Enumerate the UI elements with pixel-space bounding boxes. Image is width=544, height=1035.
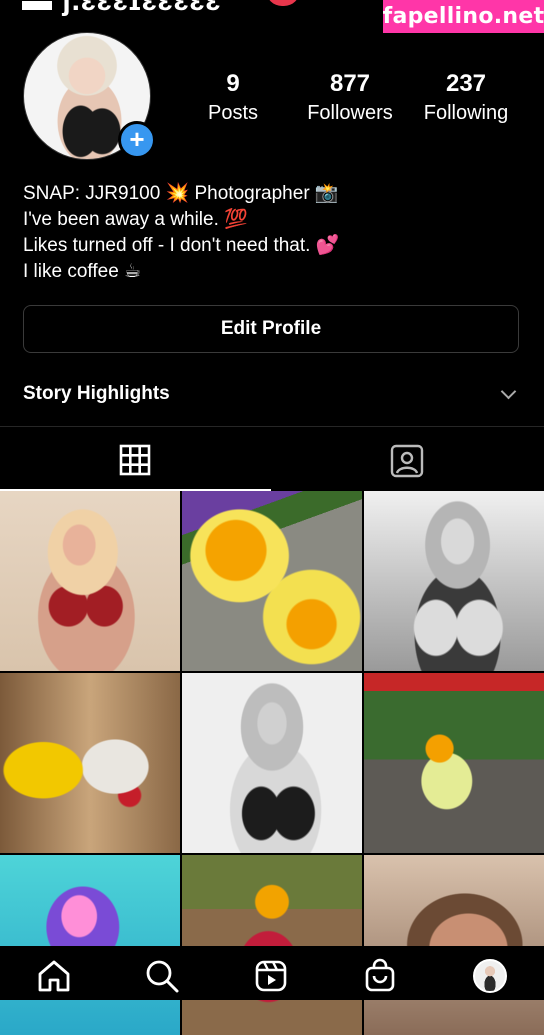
reels-icon	[255, 960, 287, 992]
bio-line: I like coffee ☕	[23, 261, 142, 282]
tagged-icon	[390, 444, 424, 478]
home-icon	[38, 960, 70, 992]
followers-label: Followers	[307, 102, 393, 124]
bottom-navigation	[0, 946, 544, 1000]
add-story-plus-icon[interactable]: +	[118, 121, 156, 159]
search-icon	[146, 960, 179, 993]
header-heart-icon	[266, 0, 300, 6]
profile-avatar-small	[473, 959, 507, 993]
posts-stat[interactable]: 9 Posts	[205, 70, 261, 126]
grid-post[interactable]	[364, 673, 544, 853]
nav-search[interactable]	[142, 956, 182, 996]
nav-profile[interactable]	[470, 956, 510, 996]
nav-shop[interactable]	[360, 956, 400, 996]
watermark: fapellino.net	[383, 0, 544, 33]
grid-post[interactable]	[364, 491, 544, 671]
bio-line: Likes turned off - I don't need that. 💕	[23, 235, 340, 256]
grid-post[interactable]	[364, 855, 544, 1035]
followers-count: 877	[329, 70, 371, 97]
bio-line: I've been away a while. 💯	[23, 209, 248, 230]
bio-line: SNAP: JJR9100 💥 Photographer 📸	[23, 183, 339, 204]
grid-post[interactable]	[182, 491, 362, 671]
posts-label: Posts	[207, 102, 259, 124]
posts-count: 9	[226, 70, 240, 97]
following-count: 237	[445, 70, 487, 97]
tab-grid[interactable]	[118, 443, 152, 477]
grid-post[interactable]	[0, 673, 180, 853]
chevron-down-icon[interactable]	[500, 383, 517, 400]
grid-post[interactable]	[182, 855, 362, 1035]
profile-bio: SNAP: JJR9100 💥 Photographer 📸 I've been…	[23, 181, 339, 285]
grid-icon	[119, 444, 151, 476]
grid-post[interactable]	[0, 491, 180, 671]
tab-tagged[interactable]	[389, 443, 425, 479]
followers-stat[interactable]: 877 Followers	[302, 70, 398, 126]
nav-home[interactable]	[34, 956, 74, 996]
section-divider	[0, 426, 544, 427]
grid-post[interactable]	[0, 855, 180, 1035]
following-stat[interactable]: 237 Following	[418, 70, 514, 126]
grid-post[interactable]	[182, 673, 362, 853]
edit-profile-button[interactable]: Edit Profile	[23, 305, 519, 353]
nav-reels[interactable]	[251, 956, 291, 996]
story-highlights-label[interactable]: Story Highlights	[23, 383, 170, 405]
following-label: Following	[423, 102, 509, 124]
username-header-clipped: ▬ j.ɛɛɛɪɛɛɛɛɛ	[22, 0, 222, 17]
shop-icon	[365, 958, 395, 992]
